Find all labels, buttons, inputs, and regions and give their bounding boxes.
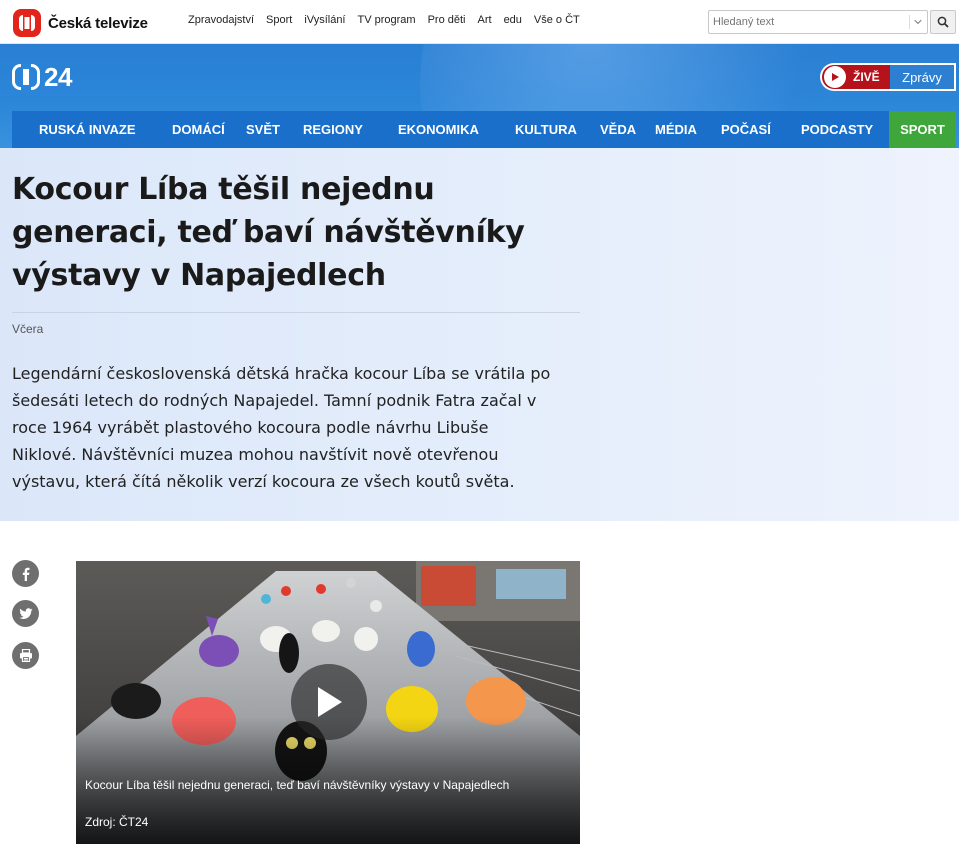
topnav-vse-o-ct[interactable]: Vše o ČT xyxy=(534,14,580,26)
chevron-down-icon[interactable] xyxy=(909,15,925,29)
print-button[interactable] xyxy=(12,642,39,669)
divider xyxy=(12,312,580,313)
main-nav: RUSKÁ INVAZE DOMÁCÍ SVĚT REGIONY EKONOMI… xyxy=(12,111,956,148)
topnav-edu[interactable]: edu xyxy=(504,14,522,26)
search-box xyxy=(708,10,928,34)
nav-ekonomika[interactable]: EKONOMIKA xyxy=(398,111,479,148)
nav-veda[interactable]: VĚDA xyxy=(600,111,636,148)
topnav-ivysilani[interactable]: iVysílání xyxy=(304,14,345,26)
nav-kultura[interactable]: KULTURA xyxy=(515,111,577,148)
ct24-logo-text: 24 xyxy=(44,62,72,92)
share-facebook-button[interactable] xyxy=(12,560,39,587)
live-label: ŽIVĚ xyxy=(853,70,880,84)
ct-logo-icon xyxy=(13,9,41,37)
top-bar: Česká televize Zpravodajství Sport iVysí… xyxy=(0,0,959,44)
search-icon xyxy=(937,16,949,28)
nav-svet[interactable]: SVĚT xyxy=(246,111,280,148)
article-perex: Legendární československá dětská hračka … xyxy=(12,364,551,491)
video-source: Zdroj: ČT24 xyxy=(85,815,149,829)
nav-domaci[interactable]: DOMÁCÍ xyxy=(172,111,225,148)
topnav-tv-program[interactable]: TV program xyxy=(358,14,416,26)
nav-podcasty[interactable]: PODCASTY xyxy=(801,111,873,148)
nav-pocasi[interactable]: POČASÍ xyxy=(721,111,771,148)
news-label: Zprávy xyxy=(902,69,942,85)
facebook-icon xyxy=(22,567,29,581)
twitter-icon xyxy=(18,607,32,619)
video-play-button[interactable] xyxy=(291,664,367,740)
print-icon xyxy=(19,649,32,662)
ct24-logo-icon xyxy=(12,64,40,90)
search-input[interactable] xyxy=(709,11,907,33)
nav-ruska-invaze[interactable]: RUSKÁ INVAZE xyxy=(39,111,136,148)
ct24-logo[interactable]: 24 xyxy=(12,64,72,90)
play-icon xyxy=(318,687,342,717)
article-title: Kocour Líba těšil nejednu generaci, teď … xyxy=(12,172,525,293)
article-date: Včera xyxy=(12,322,44,336)
news-button[interactable]: Zprávy xyxy=(890,63,956,91)
ceska-televize-logo[interactable]: Česká televize xyxy=(12,8,148,38)
topnav-pro-deti[interactable]: Pro děti xyxy=(428,14,466,26)
search-button[interactable] xyxy=(930,10,956,34)
nav-regiony[interactable]: REGIONY xyxy=(303,111,363,148)
brand-name: Česká televize xyxy=(48,14,148,32)
share-twitter-button[interactable] xyxy=(12,600,39,627)
topnav-sport[interactable]: Sport xyxy=(266,14,292,26)
live-button[interactable]: ŽIVĚ xyxy=(820,63,890,91)
topnav-zpravodajstvi[interactable]: Zpravodajství xyxy=(188,14,254,26)
video-caption: Kocour Líba těšil nejednu generaci, teď … xyxy=(85,778,510,792)
nav-sport[interactable]: SPORT xyxy=(889,111,956,148)
topnav-art[interactable]: Art xyxy=(478,14,492,26)
play-circle-icon xyxy=(824,66,846,88)
ct24-header: 24 ŽIVĚ Zprávy RUSKÁ INVAZE DOMÁCÍ SVĚT … xyxy=(0,44,959,148)
top-nav: Zpravodajství Sport iVysílání TV program… xyxy=(188,14,592,26)
nav-media[interactable]: MÉDIA xyxy=(655,111,697,148)
